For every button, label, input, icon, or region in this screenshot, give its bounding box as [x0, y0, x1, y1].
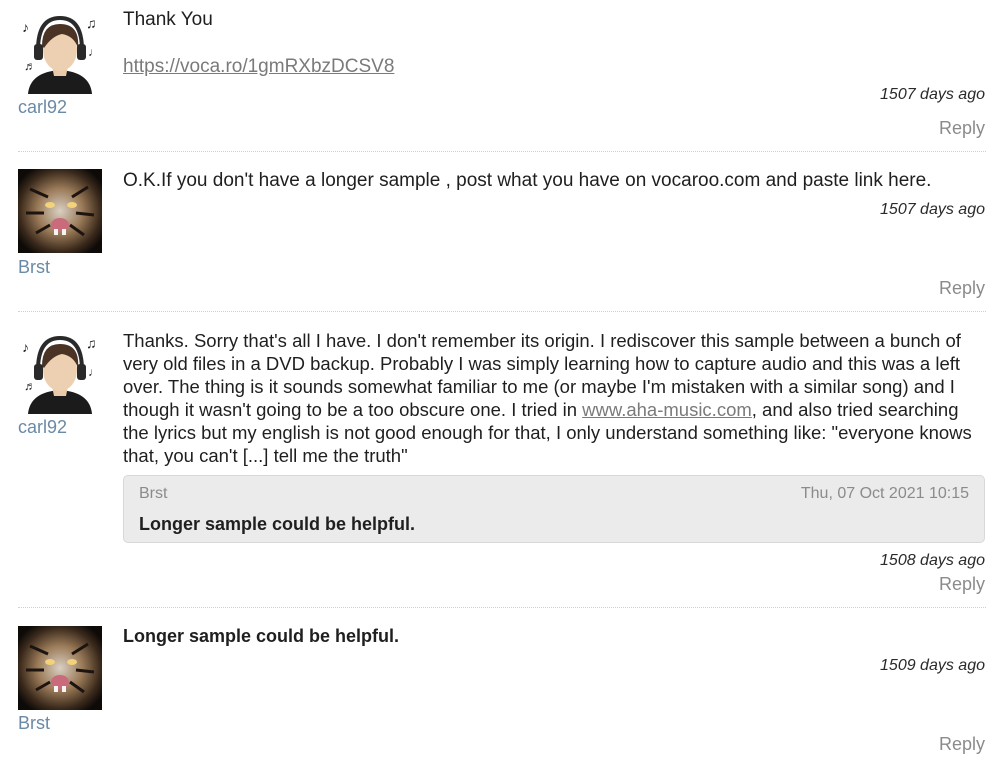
username-link[interactable]: carl92: [18, 97, 67, 118]
headphones-avatar-icon: ♪ ♫ ♩ ♬: [18, 10, 102, 94]
comment-body: Thank You: [123, 9, 213, 30]
tiger-avatar-icon: [18, 169, 102, 253]
comment-item: Brst Longer sample could be helpful. 150…: [0, 608, 1005, 767]
reply-button[interactable]: Reply: [939, 734, 985, 755]
username-link[interactable]: carl92: [18, 417, 67, 438]
svg-text:♬: ♬: [24, 379, 36, 393]
user-avatar[interactable]: ♪ ♫ ♩ ♬: [18, 330, 102, 414]
comment-text: O.K.If you don't have a longer sample , …: [123, 170, 932, 191]
quote-author: Brst: [139, 485, 168, 502]
comment-item: ♪ ♫ ♩ ♬ carl92 Thanks. Sorry that's all …: [0, 312, 1005, 608]
user-avatar[interactable]: ♪ ♫ ♩ ♬: [18, 10, 102, 94]
reply-button[interactable]: Reply: [939, 118, 985, 139]
quoted-comment: Brst Thu, 07 Oct 2021 10:15 Longer sampl…: [123, 475, 985, 543]
comment-age: 1509 days ago: [880, 657, 985, 674]
comment-age: 1508 days ago: [880, 552, 985, 569]
svg-text:♬: ♬: [24, 59, 36, 73]
user-avatar[interactable]: [18, 626, 102, 710]
svg-text:♫: ♫: [86, 335, 97, 351]
comment-text: Thanks. Sorry that's all I have. I don't…: [123, 329, 985, 467]
svg-text:♩: ♩: [88, 365, 100, 379]
aha-music-link[interactable]: www.aha-music.com: [582, 399, 752, 420]
svg-text:♩: ♩: [88, 45, 100, 59]
svg-text:♪: ♪: [22, 339, 29, 355]
username-link[interactable]: Brst: [18, 713, 50, 734]
reply-button[interactable]: Reply: [939, 574, 985, 595]
attached-link[interactable]: https://voca.ro/1gmRXbzDCSV8: [123, 55, 394, 78]
username-link[interactable]: Brst: [18, 257, 50, 278]
comment-age: 1507 days ago: [880, 201, 985, 218]
comment-text: Longer sample could be helpful.: [123, 626, 400, 646]
headphones-avatar-icon: ♪ ♫ ♩ ♬: [18, 330, 102, 414]
quote-text: Longer sample could be helpful.: [139, 514, 416, 534]
comment-item: Brst O.K.If you don't have a longer samp…: [0, 152, 1005, 311]
svg-text:♪: ♪: [22, 19, 29, 35]
reply-button[interactable]: Reply: [939, 278, 985, 299]
tiger-avatar-icon: [18, 626, 102, 710]
svg-text:♫: ♫: [86, 15, 97, 31]
comment-text: Thank You: [123, 8, 985, 31]
comment-age: 1507 days ago: [880, 86, 985, 103]
quote-date: Thu, 07 Oct 2021 10:15: [800, 485, 969, 502]
user-avatar[interactable]: [18, 169, 102, 253]
comment-item: ♪ ♫ ♩ ♬ carl92 Thank You https://voca.ro…: [0, 0, 1005, 152]
